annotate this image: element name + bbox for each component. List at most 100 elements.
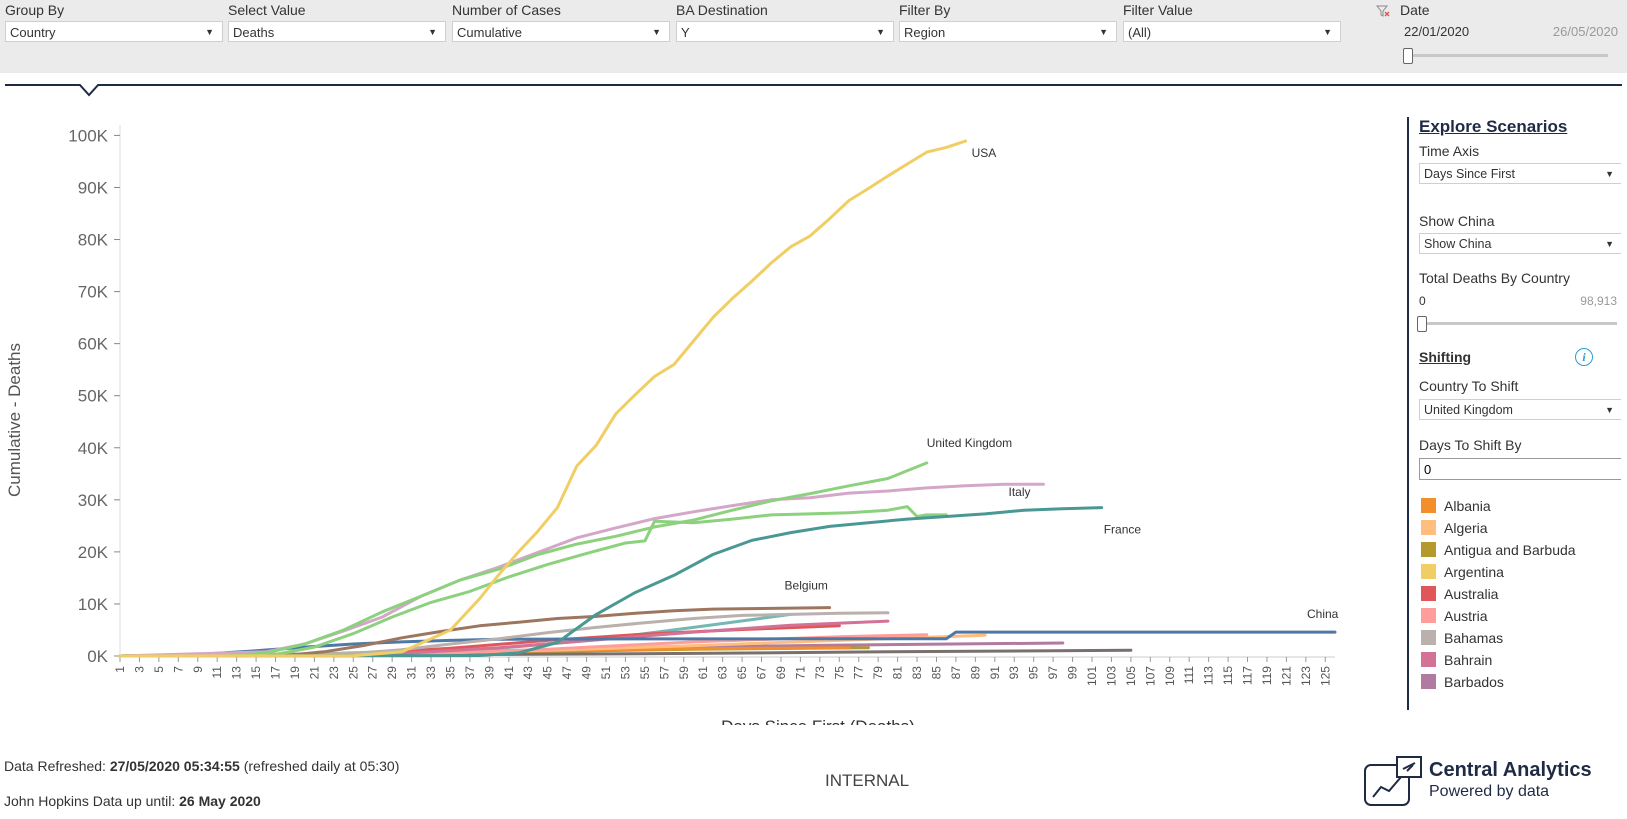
x-tick-label: 41: [502, 666, 516, 680]
x-tick-label: 95: [1027, 666, 1041, 680]
legend-item[interactable]: Argentina: [1421, 563, 1504, 585]
country-shift-dropdown[interactable]: United Kingdom ▼: [1419, 399, 1621, 420]
y-tick-label: 0K: [87, 647, 108, 666]
group-by-filter: Group By Country ▼: [0, 0, 223, 42]
y-tick-label: 50K: [78, 387, 109, 406]
country-shift-label: Country To Shift: [1419, 378, 1519, 394]
x-tick-label: 81: [891, 666, 905, 680]
x-tick-label: 61: [696, 666, 710, 680]
x-tick-label: 65: [735, 666, 749, 680]
y-tick-label: 20K: [78, 543, 109, 562]
y-axis: 0K 10K 20K 30K 40K 50K 60K 70K 80K 90K 100K: [68, 126, 120, 666]
legend-item[interactable]: Algeria: [1421, 519, 1488, 541]
series-label: United Kingdom: [927, 436, 1012, 450]
chevron-down-icon: ▼: [1605, 239, 1614, 249]
number-of-cases-label: Number of Cases: [452, 2, 561, 18]
brand-subtitle: Powered by data: [1429, 783, 1550, 800]
total-deaths-max: 98,913: [1580, 294, 1617, 308]
x-tick-label: 79: [871, 666, 885, 680]
date-slider-handle[interactable]: [1403, 48, 1413, 64]
clear-filter-icon[interactable]: [1375, 4, 1390, 21]
legend-label: Argentina: [1444, 564, 1504, 580]
x-tick-label: 123: [1299, 666, 1313, 686]
series-label: USA: [972, 146, 997, 160]
chevron-down-icon: ▼: [205, 27, 214, 37]
total-deaths-slider-track[interactable]: [1421, 322, 1617, 325]
x-tick-label: 89: [968, 666, 982, 680]
refreshed-prefix: Data Refreshed:: [4, 758, 110, 774]
x-tick-label: 101: [1085, 666, 1099, 686]
x-tick-label: 1: [113, 666, 127, 673]
y-tick-label: 70K: [78, 283, 109, 302]
x-tick-label: 119: [1260, 666, 1274, 685]
filter-by-dropdown[interactable]: Region ▼: [899, 21, 1117, 42]
x-tick-label: 107: [1143, 666, 1157, 686]
time-axis-label: Time Axis: [1419, 143, 1480, 159]
x-tick-label: 115: [1221, 666, 1235, 685]
legend-item[interactable]: Australia: [1421, 585, 1498, 607]
shifting-heading: Shifting: [1419, 349, 1472, 365]
time-axis-value: Days Since First: [1424, 167, 1515, 181]
filter-by-filter: Filter By Region ▼: [894, 0, 1117, 42]
series-lines: [118, 139, 1337, 658]
x-tick-label: 35: [443, 666, 457, 680]
date-slider-track[interactable]: [1408, 54, 1608, 57]
days-shift-input[interactable]: [1419, 458, 1621, 480]
x-tick-label: 93: [1007, 666, 1021, 680]
total-deaths-slider-handle[interactable]: [1417, 316, 1427, 332]
time-axis-dropdown[interactable]: Days Since First ▼: [1419, 163, 1621, 184]
legend-item[interactable]: Austria: [1421, 607, 1488, 629]
chevron-down-icon: ▼: [428, 27, 437, 37]
date-label: Date: [1400, 2, 1430, 18]
legend-label: Algeria: [1444, 520, 1488, 536]
y-tick-label: 80K: [78, 231, 109, 250]
legend-swatch: [1421, 674, 1436, 689]
x-tick-label: 23: [327, 666, 341, 680]
x-tick-label: 47: [560, 666, 574, 680]
x-tick-label: 125: [1318, 666, 1332, 686]
x-tick-label: 31: [405, 666, 419, 680]
group-by-dropdown[interactable]: Country ▼: [5, 21, 223, 42]
analytics-logo-icon: [1364, 756, 1422, 806]
filter-value-dropdown[interactable]: (All) ▼: [1123, 21, 1341, 42]
show-china-dropdown[interactable]: Show China ▼: [1419, 233, 1621, 254]
x-tick-label: 11: [210, 666, 224, 679]
legend-item[interactable]: Bahamas: [1421, 629, 1503, 651]
legend-item[interactable]: Albania: [1421, 497, 1491, 519]
legend-item[interactable]: Barbados: [1421, 673, 1504, 695]
series-labels: USA United Kingdom Italy France Belgium China: [785, 146, 1339, 621]
group-by-label: Group By: [5, 2, 65, 18]
info-icon[interactable]: i: [1575, 348, 1593, 366]
ba-destination-dropdown[interactable]: Y ▼: [676, 21, 894, 42]
x-tick-label: 27: [366, 666, 380, 680]
legend-label: Bahamas: [1444, 630, 1504, 646]
legend-swatch: [1421, 564, 1436, 579]
series-label: Belgium: [785, 579, 828, 593]
chevron-down-icon: ▼: [876, 27, 885, 37]
x-tick-label: 21: [307, 666, 321, 680]
tab-pointer-icon: [78, 84, 100, 97]
select-value-dropdown[interactable]: Deaths ▼: [228, 21, 446, 42]
x-tick-label: 57: [657, 666, 671, 680]
filter-by-value: Region: [904, 25, 946, 40]
total-deaths-min: 0: [1419, 294, 1426, 308]
date-start: 22/01/2020: [1404, 24, 1470, 39]
x-tick-label: 13: [230, 666, 244, 680]
legend-label: Albania: [1444, 498, 1491, 514]
x-tick-label: 5: [152, 666, 166, 673]
x-tick-label: 49: [580, 666, 594, 680]
x-tick-label: 55: [638, 666, 652, 680]
gridlines: [119, 125, 1335, 658]
date-filter: Date 22/01/2020 26/05/2020: [1400, 0, 1620, 73]
x-tick-label: 63: [716, 666, 730, 680]
legend-item[interactable]: Bahrain: [1421, 651, 1492, 673]
number-of-cases-dropdown[interactable]: Cumulative ▼: [452, 21, 670, 42]
legend-swatch: [1421, 498, 1436, 513]
y-tick-label: 40K: [78, 439, 109, 458]
legend-swatch: [1421, 652, 1436, 667]
ba-destination-value: Y: [681, 25, 690, 40]
x-tick-label: 97: [1046, 666, 1060, 680]
legend-swatch: [1421, 520, 1436, 535]
x-tick-label: 111: [1182, 666, 1196, 685]
legend-item[interactable]: Antigua and Barbuda: [1421, 541, 1576, 563]
